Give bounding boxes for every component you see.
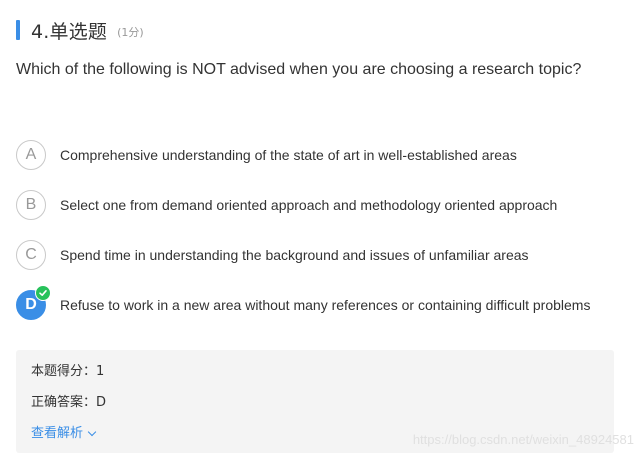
check-icon	[35, 285, 51, 301]
option-text: Select one from demand oriented approach…	[60, 197, 558, 213]
option-letter: A	[25, 146, 37, 163]
option-letter: D	[25, 296, 37, 313]
options-list: A Comprehensive understanding of the sta…	[16, 139, 626, 339]
chevron-down-icon	[87, 427, 97, 437]
option-a[interactable]: A Comprehensive understanding of the sta…	[16, 139, 626, 171]
option-text: Refuse to work in a new area without man…	[60, 297, 591, 313]
option-letter-circle[interactable]: C	[16, 240, 46, 270]
option-d[interactable]: D Refuse to work in a new area without m…	[16, 285, 626, 321]
option-b[interactable]: B Select one from demand oriented approa…	[16, 189, 626, 221]
view-analysis-label: 查看解析	[31, 426, 84, 441]
question-score: (1分)	[117, 26, 144, 39]
option-letter-circle-selected[interactable]: D	[16, 285, 51, 320]
option-letter-circle[interactable]: A	[16, 140, 46, 170]
watermark: https://blog.csdn.net/weixin_48924581	[412, 432, 634, 447]
correct-answer-line: 正确答案：D	[31, 395, 107, 410]
option-text: Spend time in understanding the backgrou…	[60, 247, 529, 263]
option-text: Comprehensive understanding of the state…	[60, 147, 517, 163]
question-title: 4.单选题	[31, 20, 108, 43]
question-text: Which of the following is NOT advised wh…	[16, 61, 582, 78]
option-letter-circle[interactable]: B	[16, 190, 46, 220]
option-letter: C	[25, 246, 37, 263]
score-line: 本题得分：1	[31, 364, 105, 379]
option-letter: B	[25, 196, 37, 213]
option-c[interactable]: C Spend time in understanding the backgr…	[16, 239, 626, 271]
view-analysis-link[interactable]: 查看解析	[31, 424, 97, 444]
question-header: 4.单选题 (1分)	[16, 18, 144, 43]
question-accent-bar	[16, 20, 20, 40]
